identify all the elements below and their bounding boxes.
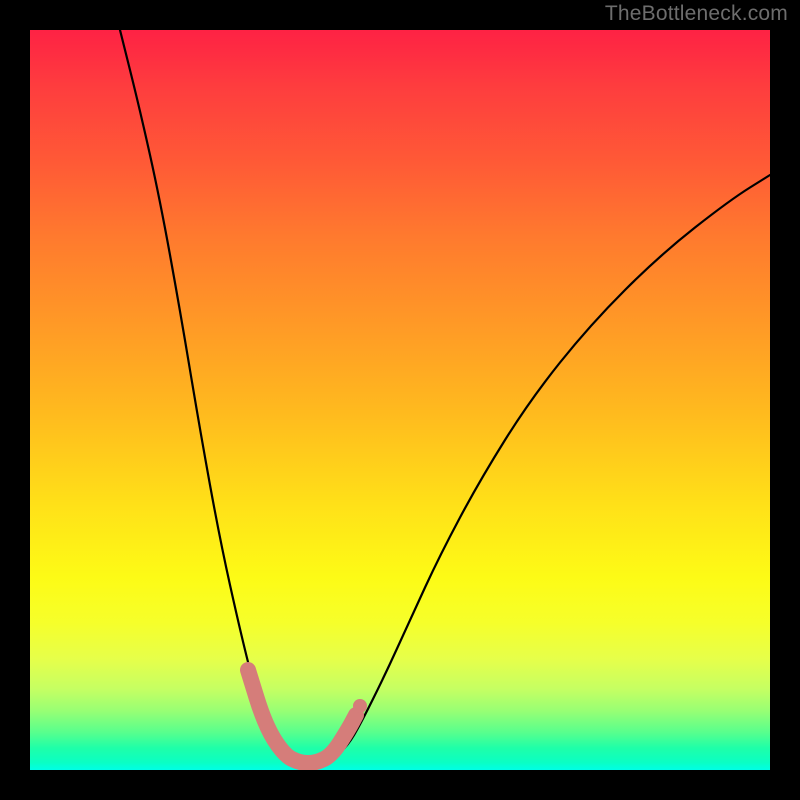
- chart-svg: [30, 30, 770, 770]
- plot-area: [30, 30, 770, 770]
- highlight-dot-upper: [353, 699, 367, 713]
- highlighted-minimum: [248, 670, 356, 763]
- watermark-text: TheBottleneck.com: [605, 2, 788, 26]
- bottleneck-curve: [120, 30, 770, 764]
- chart-frame: TheBottleneck.com: [0, 0, 800, 800]
